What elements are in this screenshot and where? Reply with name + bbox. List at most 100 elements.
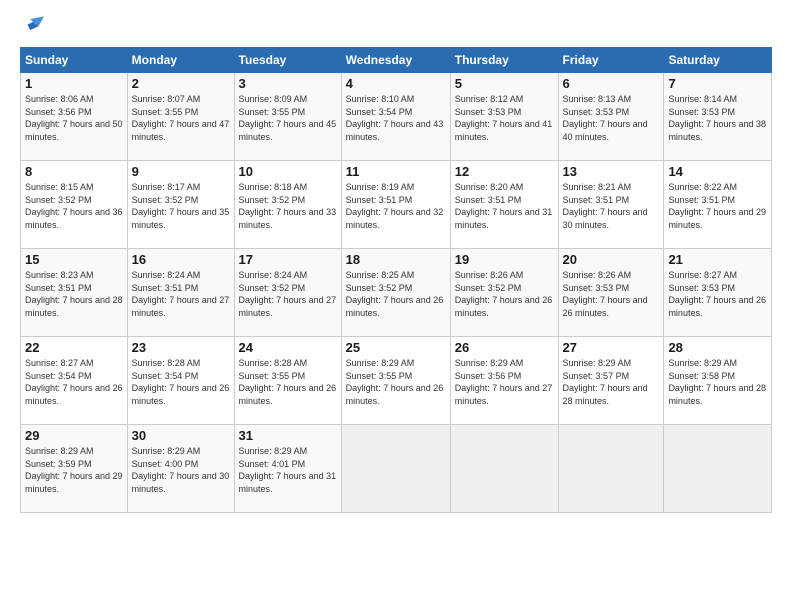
calendar-cell: 2 Sunrise: 8:07 AMSunset: 3:55 PMDaylight… [127, 73, 234, 161]
day-number: 7 [668, 76, 767, 91]
logo-bird-icon [22, 15, 44, 37]
day-detail: Sunrise: 8:28 AMSunset: 3:55 PMDaylight:… [239, 357, 337, 407]
day-number: 31 [239, 428, 337, 443]
day-number: 18 [346, 252, 446, 267]
day-detail: Sunrise: 8:18 AMSunset: 3:52 PMDaylight:… [239, 181, 337, 231]
calendar-cell [664, 425, 772, 513]
day-number: 15 [25, 252, 123, 267]
calendar-cell [558, 425, 664, 513]
calendar-cell: 25 Sunrise: 8:29 AMSunset: 3:55 PMDayligh… [341, 337, 450, 425]
day-number: 1 [25, 76, 123, 91]
day-number: 25 [346, 340, 446, 355]
day-detail: Sunrise: 8:14 AMSunset: 3:53 PMDaylight:… [668, 93, 767, 143]
day-number: 12 [455, 164, 554, 179]
col-monday: Monday [127, 48, 234, 73]
calendar-cell: 21 Sunrise: 8:27 AMSunset: 3:53 PMDayligh… [664, 249, 772, 337]
day-number: 24 [239, 340, 337, 355]
calendar-cell [450, 425, 558, 513]
calendar-cell: 4Sunrise: 8:10 AMSunset: 3:54 PMDaylight… [341, 73, 450, 161]
calendar-header-row: Sunday Monday Tuesday Wednesday Thursday… [21, 48, 772, 73]
calendar-cell: 6 Sunrise: 8:13 AMSunset: 3:53 PMDaylight… [558, 73, 664, 161]
day-detail: Sunrise: 8:29 AMSunset: 3:57 PMDaylight:… [563, 357, 660, 407]
day-detail: Sunrise: 8:29 AMSunset: 3:59 PMDaylight:… [25, 445, 123, 495]
day-number: 3 [239, 76, 337, 91]
calendar-cell: 7 Sunrise: 8:14 AMSunset: 3:53 PMDaylight… [664, 73, 772, 161]
calendar-cell: 24 Sunrise: 8:28 AMSunset: 3:55 PMDayligh… [234, 337, 341, 425]
day-detail: Sunrise: 8:13 AMSunset: 3:53 PMDaylight:… [563, 93, 660, 143]
day-detail: Sunrise: 8:29 AMSunset: 4:01 PMDaylight:… [239, 445, 337, 495]
calendar-cell: 31 Sunrise: 8:29 AMSunset: 4:01 PMDayligh… [234, 425, 341, 513]
calendar-week-row: 8Sunrise: 8:15 AMSunset: 3:52 PMDaylight… [21, 161, 772, 249]
day-detail: Sunrise: 8:24 AMSunset: 3:52 PMDaylight:… [239, 269, 337, 319]
day-number: 28 [668, 340, 767, 355]
day-number: 30 [132, 428, 230, 443]
day-number: 2 [132, 76, 230, 91]
day-number: 26 [455, 340, 554, 355]
day-detail: Sunrise: 8:23 AMSunset: 3:51 PMDaylight:… [25, 269, 123, 319]
day-detail: Sunrise: 8:07 AMSunset: 3:55 PMDaylight:… [132, 93, 230, 143]
day-number: 21 [668, 252, 767, 267]
calendar-cell: 5 Sunrise: 8:12 AMSunset: 3:53 PMDaylight… [450, 73, 558, 161]
page-container: Sunday Monday Tuesday Wednesday Thursday… [0, 0, 792, 523]
calendar-cell: 11Sunrise: 8:19 AMSunset: 3:51 PMDayligh… [341, 161, 450, 249]
col-tuesday: Tuesday [234, 48, 341, 73]
day-detail: Sunrise: 8:06 AMSunset: 3:56 PMDaylight:… [25, 93, 123, 143]
col-saturday: Saturday [664, 48, 772, 73]
calendar-cell: 26 Sunrise: 8:29 AMSunset: 3:56 PMDayligh… [450, 337, 558, 425]
day-detail: Sunrise: 8:09 AMSunset: 3:55 PMDaylight:… [239, 93, 337, 143]
day-detail: Sunrise: 8:25 AMSunset: 3:52 PMDaylight:… [346, 269, 446, 319]
day-number: 8 [25, 164, 123, 179]
calendar-cell: 17 Sunrise: 8:24 AMSunset: 3:52 PMDayligh… [234, 249, 341, 337]
day-number: 19 [455, 252, 554, 267]
calendar-cell: 15 Sunrise: 8:23 AMSunset: 3:51 PMDayligh… [21, 249, 128, 337]
calendar-cell: 20 Sunrise: 8:26 AMSunset: 3:53 PMDayligh… [558, 249, 664, 337]
calendar-cell: 30 Sunrise: 8:29 AMSunset: 4:00 PMDayligh… [127, 425, 234, 513]
calendar-week-row: 15 Sunrise: 8:23 AMSunset: 3:51 PMDayligh… [21, 249, 772, 337]
logo [20, 15, 46, 37]
calendar-cell: 28Sunrise: 8:29 AMSunset: 3:58 PMDayligh… [664, 337, 772, 425]
day-detail: Sunrise: 8:27 AMSunset: 3:53 PMDaylight:… [668, 269, 767, 319]
day-number: 14 [668, 164, 767, 179]
day-number: 22 [25, 340, 123, 355]
calendar-cell: 10 Sunrise: 8:18 AMSunset: 3:52 PMDayligh… [234, 161, 341, 249]
day-detail: Sunrise: 8:20 AMSunset: 3:51 PMDaylight:… [455, 181, 554, 231]
day-number: 27 [563, 340, 660, 355]
calendar-week-row: 29 Sunrise: 8:29 AMSunset: 3:59 PMDayligh… [21, 425, 772, 513]
col-sunday: Sunday [21, 48, 128, 73]
calendar-cell: 14 Sunrise: 8:22 AMSunset: 3:51 PMDayligh… [664, 161, 772, 249]
day-detail: Sunrise: 8:27 AMSunset: 3:54 PMDaylight:… [25, 357, 123, 407]
calendar-cell: 8Sunrise: 8:15 AMSunset: 3:52 PMDaylight… [21, 161, 128, 249]
day-detail: Sunrise: 8:12 AMSunset: 3:53 PMDaylight:… [455, 93, 554, 143]
calendar-cell: 18 Sunrise: 8:25 AMSunset: 3:52 PMDayligh… [341, 249, 450, 337]
calendar-cell: 9Sunrise: 8:17 AMSunset: 3:52 PMDaylight… [127, 161, 234, 249]
calendar-cell: 29 Sunrise: 8:29 AMSunset: 3:59 PMDayligh… [21, 425, 128, 513]
day-detail: Sunrise: 8:21 AMSunset: 3:51 PMDaylight:… [563, 181, 660, 231]
day-number: 6 [563, 76, 660, 91]
day-detail: Sunrise: 8:29 AMSunset: 3:55 PMDaylight:… [346, 357, 446, 407]
day-number: 17 [239, 252, 337, 267]
day-number: 29 [25, 428, 123, 443]
day-number: 20 [563, 252, 660, 267]
day-detail: Sunrise: 8:22 AMSunset: 3:51 PMDaylight:… [668, 181, 767, 231]
day-number: 23 [132, 340, 230, 355]
day-detail: Sunrise: 8:26 AMSunset: 3:52 PMDaylight:… [455, 269, 554, 319]
day-detail: Sunrise: 8:26 AMSunset: 3:53 PMDaylight:… [563, 269, 660, 319]
day-detail: Sunrise: 8:29 AMSunset: 4:00 PMDaylight:… [132, 445, 230, 495]
day-number: 11 [346, 164, 446, 179]
day-number: 10 [239, 164, 337, 179]
calendar-week-row: 1 Sunrise: 8:06 AMSunset: 3:56 PMDaylight… [21, 73, 772, 161]
calendar-cell: 12 Sunrise: 8:20 AMSunset: 3:51 PMDayligh… [450, 161, 558, 249]
day-detail: Sunrise: 8:24 AMSunset: 3:51 PMDaylight:… [132, 269, 230, 319]
day-detail: Sunrise: 8:29 AMSunset: 3:56 PMDaylight:… [455, 357, 554, 407]
calendar-week-row: 22 Sunrise: 8:27 AMSunset: 3:54 PMDayligh… [21, 337, 772, 425]
calendar-cell: 16 Sunrise: 8:24 AMSunset: 3:51 PMDayligh… [127, 249, 234, 337]
page-header [20, 15, 772, 37]
calendar-cell: 27 Sunrise: 8:29 AMSunset: 3:57 PMDayligh… [558, 337, 664, 425]
calendar-table: Sunday Monday Tuesday Wednesday Thursday… [20, 47, 772, 513]
calendar-cell: 13 Sunrise: 8:21 AMSunset: 3:51 PMDayligh… [558, 161, 664, 249]
calendar-cell: 3 Sunrise: 8:09 AMSunset: 3:55 PMDaylight… [234, 73, 341, 161]
day-number: 5 [455, 76, 554, 91]
day-number: 16 [132, 252, 230, 267]
day-number: 13 [563, 164, 660, 179]
col-friday: Friday [558, 48, 664, 73]
